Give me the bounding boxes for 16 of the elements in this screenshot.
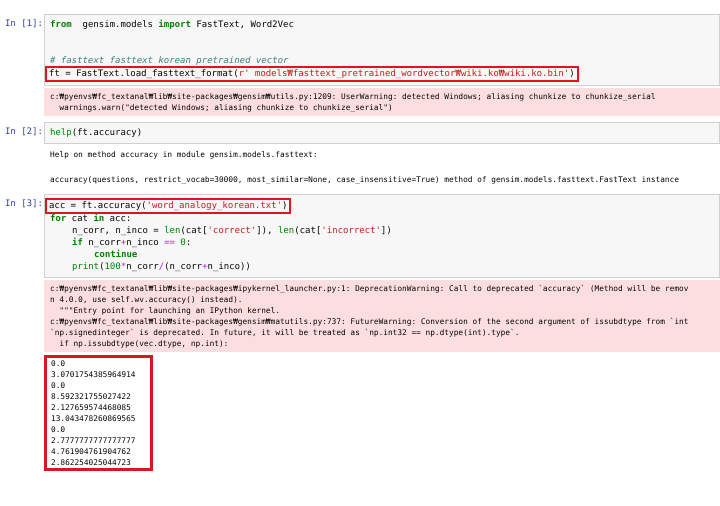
cell-prompt: In [1]:	[5, 18, 44, 30]
code-input-area[interactable]: from gensim.models import FastText, Word2Vec # fasttext fasttext korean pretrained vector ft = FastText.load_fasttext_format(r' models₩fasttext_pretrained_wordvector₩wiki.ko₩wiki.ko.bin')	[44, 14, 720, 86]
code-line: print(100*n_corr/(n_corr+n_inco))	[72, 261, 251, 273]
code-line: help(ft.accuracy)	[50, 127, 142, 139]
code-line: # fasttext fasttext korean pretrained vector	[50, 55, 288, 67]
code-line: for cat in acc:	[50, 213, 132, 225]
code-line: if n_corr+n_inco == 0:	[72, 237, 192, 249]
cell-prompt: In [3]:	[5, 198, 44, 210]
code-line: from gensim.models import FastText, Word2Vec	[50, 19, 294, 31]
code-line: ft = FastText.load_fasttext_format(r' models₩fasttext_pretrained_wordvector₩wiki.ko₩wiki.ko.bin')	[46, 67, 578, 81]
cell-prompt: In [2]:	[5, 126, 44, 138]
code-line: n_corr, n_inco = len(cat['correct']), len(cat['incorrect'])	[72, 225, 392, 237]
code-input-area[interactable]: acc = ft.accuracy('word_analogy_korean.txt') for cat in acc: n_corr, n_inco = len(cat['correct']), len(cat['incorrect']) if n_corr+n_inco == 0: continue print(100*n_corr/(n_corr+n_inco))	[44, 194, 720, 278]
code-line: acc = ft.accuracy('word_analogy_korean.txt')	[46, 199, 290, 213]
code-line: continue	[94, 249, 138, 261]
code-input-area[interactable]: help(ft.accuracy)	[44, 122, 720, 144]
